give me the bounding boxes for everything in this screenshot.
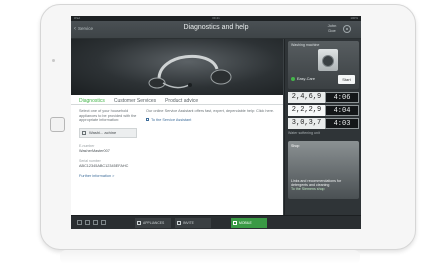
appliance-select-intro: Select one of your household appliances … <box>79 109 137 123</box>
page-title: Diagnostics and help <box>183 24 249 31</box>
gear-icon[interactable] <box>343 25 351 33</box>
shop-title: Shop <box>291 144 300 148</box>
user-last-name: Doe <box>328 28 336 33</box>
home-icon[interactable] <box>77 220 82 225</box>
timer-time: 4:06 <box>325 92 359 103</box>
timer-code: 2,4,6,9 <box>288 92 325 103</box>
timer-row[interactable]: 3,0,3,7 4:03 <box>288 118 359 129</box>
bottom-navigation: APPLIANCES INVITE MOBILE <box>71 215 361 229</box>
main-panel: Diagnostics Customer Services Product ad… <box>71 39 283 215</box>
start-button[interactable]: Start <box>338 75 355 84</box>
calendar-icon[interactable] <box>93 220 98 225</box>
timer-time: 4:04 <box>325 105 359 116</box>
shop-link[interactable]: To the Siemens shop <box>291 187 325 191</box>
washer-icon <box>82 130 86 135</box>
settings-icon[interactable] <box>101 220 106 225</box>
diagnostics-right-column: Our online Service Assistant offers fast… <box>146 109 276 122</box>
timer-code: 2,2,2,9 <box>288 105 325 116</box>
program-label: Easy-Care <box>297 77 315 81</box>
external-link-icon <box>146 118 149 122</box>
appliances-label: APPLIANCES <box>143 221 165 225</box>
side-panel: Washing machine Easy-Care Start 2,4,6,9 … <box>284 39 361 215</box>
shop-description: Links and recommendations for detergents… <box>291 179 357 192</box>
appliance-select[interactable]: Washi... achine <box>79 127 137 138</box>
washing-machine-label: Washing machine <box>291 43 320 47</box>
mobile-icon <box>233 221 237 225</box>
invite-icon <box>177 221 181 225</box>
e-number-label: E-number <box>79 143 95 148</box>
camera <box>52 59 55 62</box>
shop-card[interactable]: Shop Links and recommendations for deter… <box>288 141 359 199</box>
headset-illustration <box>148 54 232 89</box>
washing-machine-icon <box>318 49 338 71</box>
serial-number-value: ABC12345ABC12345EFAHC <box>79 163 129 168</box>
timer-row[interactable]: 2,2,2,9 4:04 <box>288 105 359 116</box>
timer-code: 3,0,3,7 <box>288 118 325 129</box>
appliance-select-value: Washi... achine <box>89 130 117 136</box>
document-icon[interactable] <box>85 220 90 225</box>
washing-machine-card[interactable]: Washing machine Easy-Care Start <box>288 41 359 89</box>
water-softening-label: Water softening unit <box>288 131 320 135</box>
tab-product-advice[interactable]: Product advice <box>165 97 198 104</box>
e-number-value: WasherMaster007 <box>79 148 110 153</box>
appliances-icon <box>137 221 141 225</box>
appliances-button[interactable]: APPLIANCES <box>135 218 171 228</box>
service-assistant-link[interactable]: To the Service Assistant <box>146 118 276 122</box>
tab-diagnostics[interactable]: Diagnostics <box>79 97 105 104</box>
invite-label: INVITE <box>183 221 194 225</box>
service-assistant-intro: Our online Service Assistant offers fast… <box>146 109 275 113</box>
mobile-label: MOBILE <box>239 221 252 225</box>
program-indicator: Easy-Care <box>291 77 315 81</box>
app-screen: iPad 09:41 100% ‹ Service Diagnostics an… <box>71 16 361 229</box>
headset-hero-image <box>71 39 283 95</box>
shop-description-text: Links and recommendations for detergents… <box>291 179 342 188</box>
app-header: ‹ Service Diagnostics and help John Doe <box>71 21 361 39</box>
diagnostics-left-column: Select one of your household appliances … <box>79 109 141 178</box>
serial-number-label: Serial number <box>79 158 101 163</box>
mobile-button[interactable]: MOBILE <box>231 218 267 228</box>
timer-time: 4:03 <box>325 118 359 129</box>
service-assistant-link-label: To the Service Assistant <box>151 117 192 122</box>
tab-customer-services[interactable]: Customer Services <box>114 97 156 104</box>
tab-bar: Diagnostics Customer Services Product ad… <box>71 97 283 105</box>
home-button[interactable] <box>50 117 65 132</box>
bottom-icon-group <box>77 220 106 225</box>
tablet-reflection <box>60 250 360 264</box>
timer-row[interactable]: 2,4,6,9 4:06 <box>288 92 359 103</box>
status-dot-icon <box>291 77 295 81</box>
further-information-link[interactable]: Further information > <box>79 174 141 178</box>
invite-button[interactable]: INVITE <box>175 218 211 228</box>
user-menu[interactable]: John Doe <box>325 23 339 33</box>
